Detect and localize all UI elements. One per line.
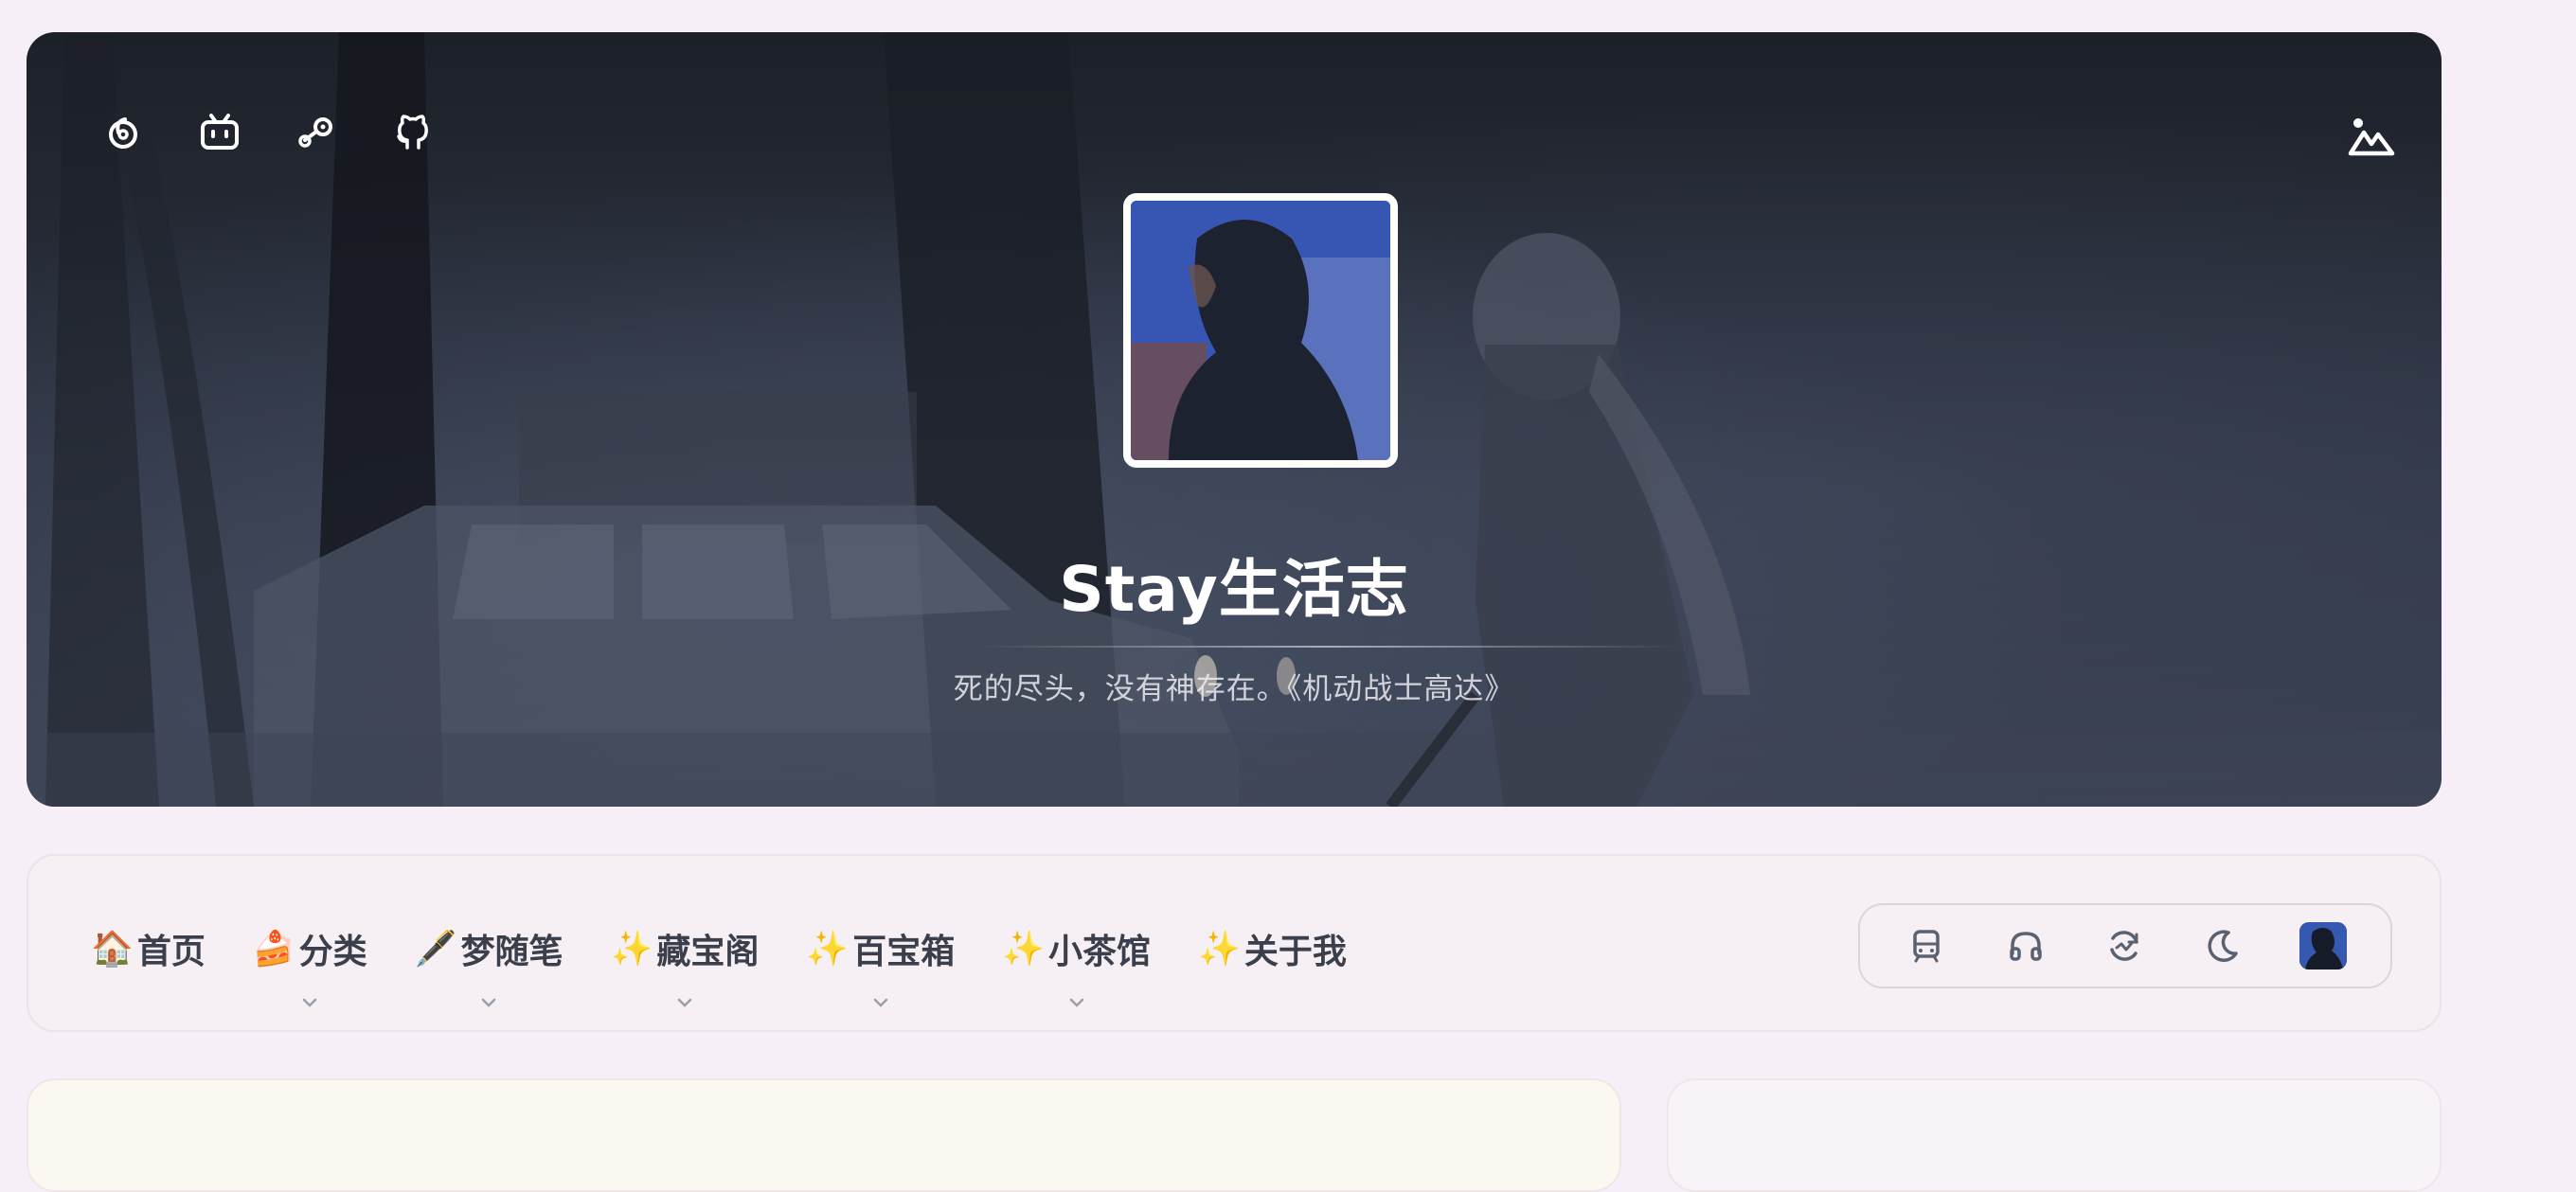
nav-item-toolbox[interactable]: ✨ 百宝箱 (806, 924, 956, 1007)
bilibili-icon[interactable] (197, 110, 242, 155)
steam-icon[interactable] (294, 110, 339, 155)
sparkles-icon: ✨ (1002, 930, 1046, 969)
sparkles-icon: ✨ (610, 930, 653, 969)
site-motto: 死的尽头，没有神存在。《机动战士高达》 (953, 672, 1515, 706)
sparkles-icon: ✨ (1198, 930, 1241, 969)
netease-music-icon[interactable] (100, 110, 146, 155)
title-divider (978, 646, 1679, 648)
main-content-card (27, 1078, 1621, 1192)
user-avatar[interactable] (2299, 922, 2347, 970)
navigation-bar: 🏠 首页 🍰 分类 🖋️ 梦随笔 ✨ 藏宝阁 ✨ 百宝箱 ✨ 小茶馆 ✨ 关于我 (27, 854, 2442, 1032)
nav-item-label: 小茶馆 (1048, 933, 1152, 971)
moon-icon[interactable] (2200, 923, 2245, 969)
nav-item-home[interactable]: 🏠 首页 (91, 924, 206, 973)
chevron-down-icon (677, 998, 692, 1007)
nav-item-teahouse[interactable]: ✨ 小茶馆 (1002, 924, 1152, 1007)
nav-item-about[interactable]: ✨ 关于我 (1198, 924, 1347, 973)
nav-item-label: 梦随笔 (460, 933, 564, 971)
site-title: Stay生活志 (1059, 553, 1409, 626)
chevron-down-icon (303, 998, 317, 1007)
avatar-image (1131, 201, 1390, 460)
avatar[interactable] (1123, 193, 1398, 468)
cake-icon: 🍰 (252, 930, 295, 969)
toolbar (1858, 903, 2392, 988)
headphones-icon[interactable] (2003, 923, 2048, 969)
sparkles-icon: ✨ (806, 930, 850, 969)
nav-item-label: 百宝箱 (852, 933, 956, 971)
pen-icon: 🖋️ (414, 930, 457, 969)
train-icon[interactable] (1904, 923, 1949, 969)
nav-item-label: 藏宝阁 (656, 933, 760, 971)
hero-banner: Stay生活志 死的尽头，没有神存在。《机动战士高达》 (27, 32, 2442, 807)
sidebar-card (1667, 1078, 2442, 1192)
nav-item-essays[interactable]: 🖋️ 梦随笔 (414, 924, 564, 1007)
chevron-down-icon (481, 998, 496, 1007)
github-icon[interactable] (390, 110, 436, 155)
mountain-image-icon[interactable] (2347, 112, 2396, 161)
chevron-down-icon (1069, 998, 1083, 1007)
nav-item-categories[interactable]: 🍰 分类 (252, 924, 367, 1007)
nav-menu: 🏠 首页 🍰 分类 🖋️ 梦随笔 ✨ 藏宝阁 ✨ 百宝箱 ✨ 小茶馆 ✨ 关于我 (91, 924, 1347, 1007)
nav-item-treasury[interactable]: ✨ 藏宝阁 (610, 924, 760, 1007)
nav-item-label: 关于我 (1243, 933, 1347, 971)
nav-item-label: 首页 (136, 933, 206, 971)
house-icon: 🏠 (91, 930, 134, 969)
chevron-down-icon (873, 998, 888, 1007)
nav-item-label: 分类 (298, 933, 367, 971)
sync-activity-icon[interactable] (2102, 923, 2147, 969)
social-links (100, 110, 436, 155)
